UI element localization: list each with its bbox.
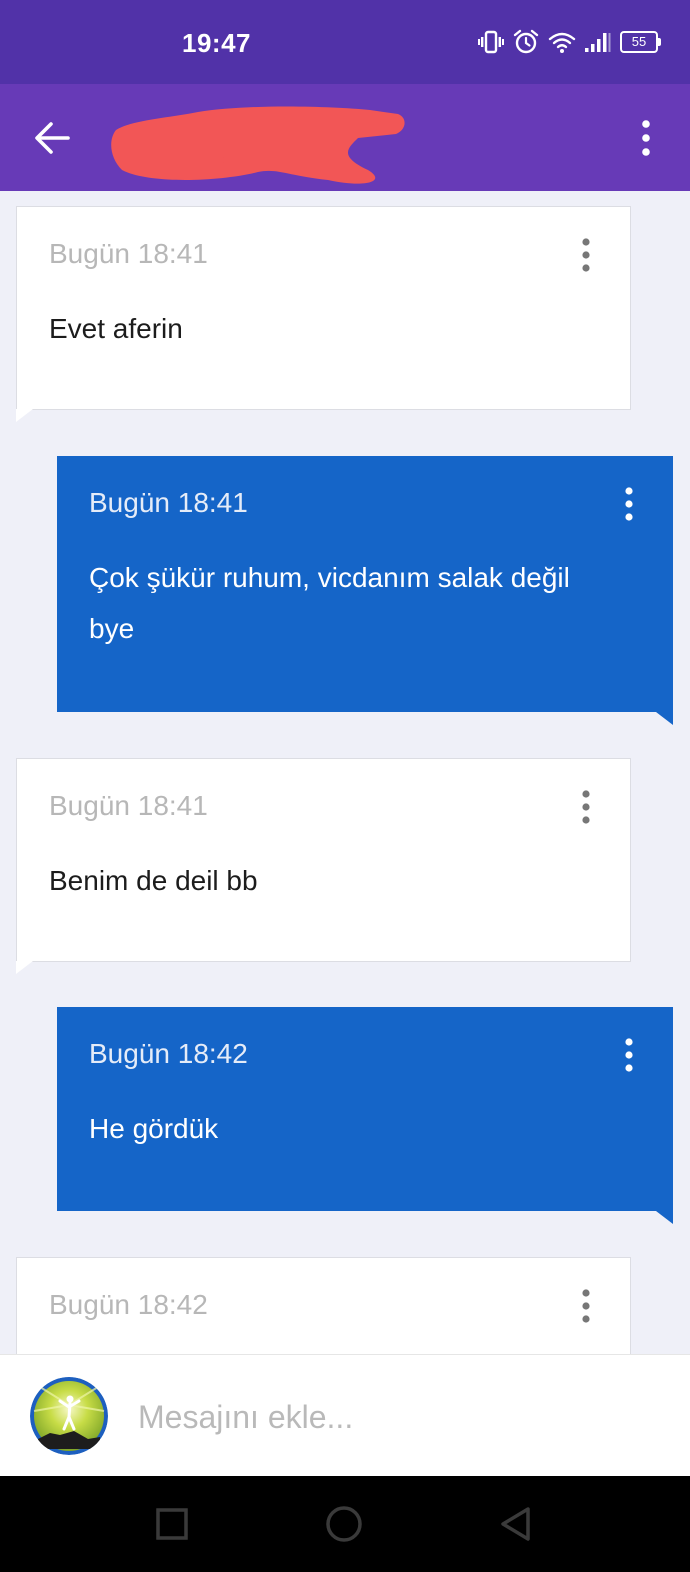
- more-vert-icon: [582, 1289, 590, 1323]
- message-text: Evet aferin: [49, 313, 183, 344]
- back-button[interactable]: [30, 117, 76, 159]
- message-menu-button[interactable]: [619, 486, 639, 522]
- status-time: 19:47: [182, 28, 251, 58]
- message-input[interactable]: [138, 1385, 658, 1449]
- app-bar: [0, 84, 690, 191]
- more-vert-icon: [582, 790, 590, 824]
- message-text: Çok şükür ruhum, vicdanım salak değil by…: [89, 562, 570, 644]
- home-icon[interactable]: [322, 1502, 366, 1546]
- message-text: He gördük: [89, 1113, 219, 1144]
- title-redaction: [108, 98, 408, 184]
- more-options-button[interactable]: [634, 117, 658, 159]
- message-menu-button[interactable]: [576, 237, 596, 273]
- message-timestamp: Bugün 18:42: [49, 1289, 208, 1320]
- signal-icon: [585, 30, 611, 54]
- more-vert-icon: [625, 1038, 633, 1072]
- message-list[interactable]: Bugün 18:41 Evet aferin Bugün 18:41 Çok …: [0, 191, 690, 1354]
- message-bubble-incoming[interactable]: Bugün 18:42: [16, 1257, 631, 1354]
- status-icons: 55: [478, 27, 661, 57]
- status-bar: 19:47 55: [0, 0, 690, 84]
- message-text: Benim de deil bb: [49, 865, 258, 896]
- back-arrow-icon: [35, 122, 70, 154]
- more-vert-icon: [625, 487, 633, 521]
- message-bubble-outgoing[interactable]: Bugün 18:42 He gördük: [57, 1007, 673, 1224]
- wifi-icon: [548, 30, 576, 54]
- message-bubble-incoming[interactable]: Bugün 18:41 Benim de deil bb: [16, 758, 631, 974]
- message-composer: [0, 1354, 690, 1476]
- battery-icon: 55: [620, 31, 661, 53]
- vibrate-icon: [478, 30, 504, 54]
- alarm-icon: [513, 29, 539, 55]
- message-timestamp: Bugün 18:41: [49, 238, 208, 269]
- back-nav-icon[interactable]: [494, 1502, 538, 1546]
- message-timestamp: Bugün 18:41: [49, 790, 208, 821]
- message-menu-button[interactable]: [619, 1037, 639, 1073]
- avatar[interactable]: [30, 1377, 108, 1455]
- recent-apps-icon[interactable]: [150, 1502, 194, 1546]
- message-bubble-incoming[interactable]: Bugün 18:41 Evet aferin: [16, 206, 631, 422]
- more-vert-icon: [642, 120, 650, 156]
- message-menu-button[interactable]: [576, 789, 596, 825]
- message-bubble-outgoing[interactable]: Bugün 18:41 Çok şükür ruhum, vicdanım sa…: [57, 456, 673, 725]
- navigation-bar: [0, 1476, 690, 1572]
- message-menu-button[interactable]: [576, 1288, 596, 1324]
- message-timestamp: Bugün 18:42: [89, 1038, 248, 1069]
- message-timestamp: Bugün 18:41: [89, 487, 248, 518]
- more-vert-icon: [582, 238, 590, 272]
